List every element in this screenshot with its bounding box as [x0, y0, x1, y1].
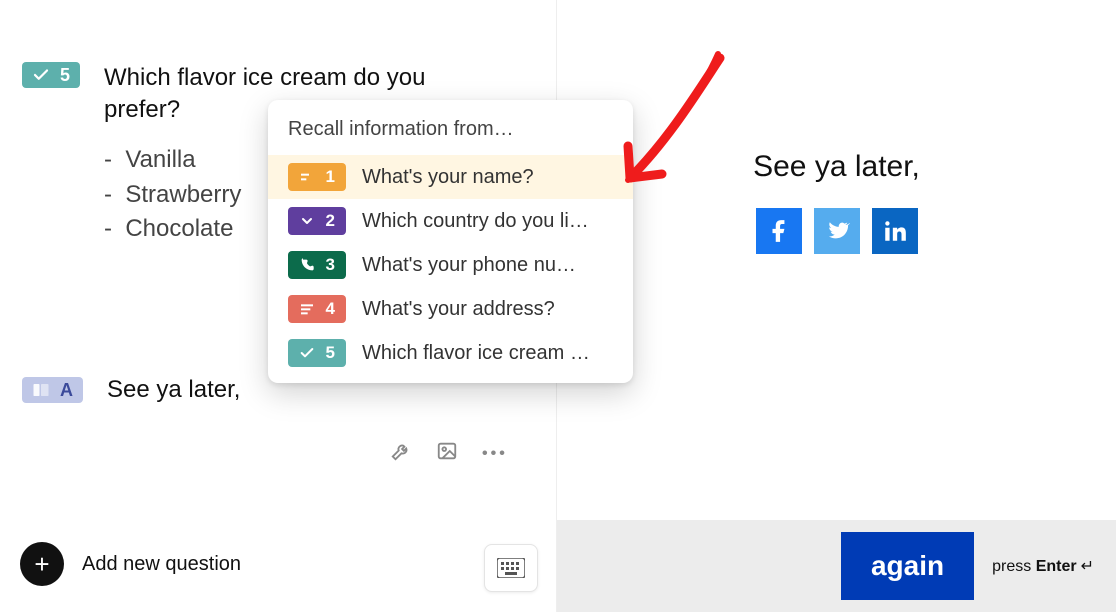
recall-badge-2: 2 [288, 207, 346, 235]
preview-headline: See ya later, [753, 150, 920, 184]
editor-pane: 5 Which flavor ice cream do you prefer? … [0, 0, 557, 612]
add-question-label: Add new question [82, 553, 241, 576]
preview-pane: See ya later, again press Enter↵ [557, 0, 1116, 612]
checkmark-icon [32, 66, 50, 84]
recall-item-4[interactable]: 4 What's your address? [268, 287, 633, 331]
facebook-icon [766, 218, 792, 244]
recall-item-3[interactable]: 3 What's your phone nu… [268, 243, 633, 287]
ending-letter: A [60, 381, 73, 399]
keyboard-toggle[interactable] [484, 544, 538, 592]
phone-icon [299, 257, 315, 273]
checkmark-icon [299, 345, 315, 361]
add-question-button[interactable]: + Add new question [20, 542, 241, 586]
recall-item-1[interactable]: 1 What's your name? [268, 155, 633, 199]
chevron-down-icon [299, 213, 315, 229]
ending-block[interactable]: A See ya later, [22, 376, 240, 404]
recall-badge-3: 3 [288, 251, 346, 279]
wrench-icon [390, 440, 412, 462]
twitter-icon [824, 218, 850, 244]
short-text-icon [299, 169, 315, 185]
share-linkedin[interactable] [872, 208, 918, 254]
more-icon: ••• [482, 445, 508, 462]
recall-label-1: What's your name? [362, 166, 534, 189]
block-toolbar: ••• [390, 440, 508, 467]
recall-label-2: Which country do you li… [362, 210, 589, 233]
recall-label-3: What's your phone nu… [362, 254, 576, 277]
share-facebook[interactable] [756, 208, 802, 254]
preview-footer: again press Enter↵ [557, 520, 1116, 612]
question-badge: 5 [22, 62, 80, 88]
recall-badge-4: 4 [288, 295, 346, 323]
plus-icon: + [20, 542, 64, 586]
linkedin-icon [882, 218, 908, 244]
share-twitter[interactable] [814, 208, 860, 254]
social-share-row [756, 208, 918, 254]
recall-badge-1: 1 [288, 163, 346, 191]
end-screen-icon [32, 381, 50, 399]
image-button[interactable] [436, 440, 458, 467]
recall-label-4: What's your address? [362, 298, 555, 321]
again-button[interactable]: again [841, 532, 974, 600]
recall-badge-5: 5 [288, 339, 346, 367]
recall-popover: Recall information from… 1 What's your n… [268, 100, 633, 383]
preview-content: See ya later, [557, 0, 1116, 520]
ending-badge: A [22, 377, 83, 403]
question-number: 5 [60, 66, 70, 84]
recall-item-5[interactable]: 5 Which flavor ice cream … [268, 331, 633, 375]
long-text-icon [299, 301, 315, 317]
recall-item-2[interactable]: 2 Which country do you li… [268, 199, 633, 243]
enter-hint: press Enter↵ [992, 556, 1094, 576]
ending-text: See ya later, [107, 376, 240, 404]
recall-popover-title: Recall information from… [268, 118, 633, 155]
more-button[interactable]: ••• [482, 445, 508, 463]
recall-label-5: Which flavor ice cream … [362, 342, 590, 365]
settings-button[interactable] [390, 440, 412, 467]
image-icon [436, 440, 458, 462]
keyboard-icon [497, 558, 525, 578]
